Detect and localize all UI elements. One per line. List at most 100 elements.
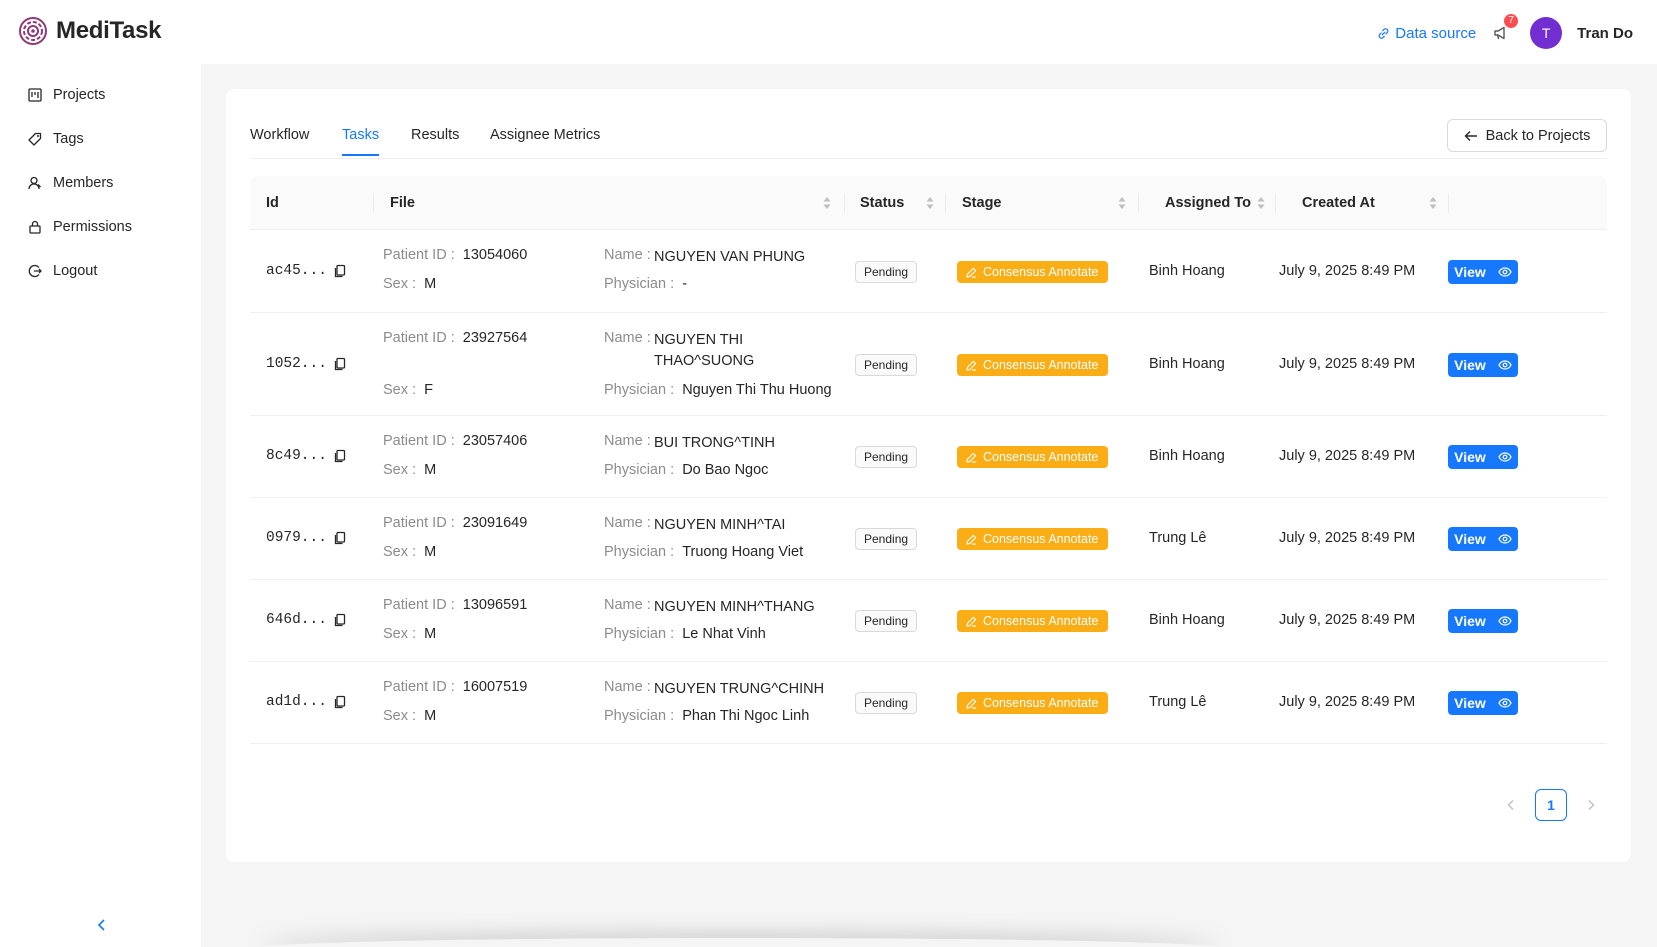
tab-assignee-metrics[interactable]: Assignee Metrics (490, 127, 600, 154)
view-button[interactable]: View (1448, 609, 1518, 633)
column-divider (1448, 193, 1449, 213)
copy-icon[interactable] (333, 613, 347, 627)
chevron-right-icon (1588, 800, 1595, 810)
link-icon (1378, 27, 1389, 39)
task-id: ac45... (266, 263, 327, 279)
patient-id-field: Patient ID : 23927564 (383, 330, 528, 346)
sort-icon[interactable] (1117, 196, 1127, 210)
sidebar-item-label: Tags (53, 131, 84, 147)
table-row: 8c49... Patient ID : 23057406 Sex : M Name … (250, 416, 1607, 498)
view-button[interactable]: View (1448, 527, 1518, 551)
physician-field: Physician : Le Nhat Vinh (604, 626, 766, 642)
tab-tasks[interactable]: Tasks (342, 127, 380, 156)
view-button[interactable]: View (1448, 260, 1518, 284)
sidebar-item-tags[interactable]: Tags (28, 131, 84, 147)
physician-value: Le Nhat Vinh (682, 626, 766, 642)
sex-field: Sex : M (383, 544, 437, 560)
copy-icon[interactable] (333, 264, 347, 278)
sort-icon[interactable] (925, 196, 935, 210)
stage-label: Consensus Annotate (983, 358, 1099, 372)
patient-id-label: Patient ID (383, 597, 447, 613)
column-header-assigned-to[interactable]: Assigned To (1165, 176, 1251, 230)
view-button[interactable]: View (1448, 353, 1518, 377)
patient-name-value: NGUYEN MINH^TAI (654, 517, 786, 533)
stage-tag: Consensus Annotate (957, 610, 1108, 632)
sidebar-item-permissions[interactable]: Permissions (28, 219, 132, 235)
lock-icon (29, 220, 41, 234)
stage-label: Consensus Annotate (983, 532, 1099, 546)
view-button[interactable]: View (1448, 691, 1518, 715)
sex-value: M (424, 626, 437, 642)
sidebar-collapse-button[interactable] (92, 915, 112, 935)
column-header-created-at[interactable]: Created At (1302, 176, 1375, 230)
created-at: July 9, 2025 8:49 PM (1279, 263, 1416, 279)
physician-label: Physician (604, 544, 667, 560)
app-logo[interactable]: MediTask (18, 16, 162, 46)
view-button[interactable]: View (1448, 445, 1518, 469)
tab-results[interactable]: Results (411, 127, 459, 154)
data-source-link[interactable]: Data source (1377, 25, 1476, 42)
sex-value: M (424, 544, 437, 560)
name-label: Name (604, 515, 643, 531)
assigned-to: Binh Hoang (1149, 612, 1225, 628)
patient-id-label: Patient ID (383, 679, 447, 695)
tag-icon (28, 132, 42, 146)
sex-label: Sex (383, 462, 408, 478)
column-divider (844, 193, 845, 213)
sex-label: Sex (383, 544, 408, 560)
view-label: View (1454, 695, 1486, 711)
sidebar-item-members[interactable]: Members (28, 175, 113, 191)
avatar[interactable]: T (1530, 17, 1563, 49)
copy-icon[interactable] (333, 531, 347, 545)
task-id: 8c49... (266, 448, 327, 464)
sidebar: Projects Tags Members Permissions Logout (0, 64, 201, 947)
stage-label: Consensus Annotate (983, 614, 1099, 628)
assigned-to: Trung Lê (1149, 530, 1207, 546)
patient-id-value: 23091649 (462, 515, 528, 531)
back-to-projects-button[interactable]: Back to Projects (1447, 119, 1607, 152)
pencil-icon (966, 698, 983, 709)
physician-label: Physician (604, 462, 667, 478)
physician-label: Physician (604, 382, 667, 398)
sex-value: F (424, 382, 433, 398)
column-header-status[interactable]: Status (860, 176, 904, 230)
data-source-label: Data source (1395, 24, 1477, 42)
sort-icon[interactable] (1428, 196, 1438, 210)
sidebar-item-label: Projects (53, 87, 106, 103)
patient-id-value: 23057406 (462, 433, 528, 449)
sort-icon[interactable] (1256, 196, 1266, 210)
name-label: Name (604, 330, 643, 346)
table-row: 1052... Patient ID : 23927564 Sex : F Name … (250, 313, 1607, 416)
patient-id-field: Patient ID : 23091649 (383, 515, 528, 531)
view-label: View (1454, 613, 1486, 629)
tab-workflow[interactable]: Workflow (250, 127, 309, 154)
sort-icon[interactable] (822, 196, 832, 210)
created-at: July 9, 2025 8:49 PM (1279, 448, 1416, 464)
sex-field: Sex : M (383, 462, 437, 478)
column-header-file[interactable]: File (390, 176, 415, 230)
name-field: Name : (604, 247, 659, 263)
tasks-card: Workflow Tasks Results Assignee Metrics … (226, 89, 1631, 862)
patient-id-value: 23927564 (462, 330, 528, 346)
next-page-button[interactable] (1575, 789, 1607, 821)
prev-page-button[interactable] (1495, 789, 1527, 821)
sidebar-item-projects[interactable]: Projects (28, 87, 105, 103)
column-header-stage[interactable]: Stage (962, 176, 1002, 230)
sidebar-item-logout[interactable]: Logout (28, 263, 97, 279)
name-field: Name : (604, 330, 659, 346)
notification-button[interactable]: 7 (1490, 14, 1519, 44)
page-number-button[interactable]: 1 (1535, 789, 1567, 821)
status-badge: Pending (855, 528, 918, 550)
copy-icon[interactable] (333, 695, 347, 709)
column-divider (945, 193, 946, 213)
sex-label: Sex (383, 382, 408, 398)
stage-tag: Consensus Annotate (957, 528, 1108, 550)
assigned-to: Binh Hoang (1149, 448, 1225, 464)
copy-icon[interactable] (333, 357, 347, 371)
sex-label: Sex (383, 708, 408, 724)
user-name[interactable]: Tran Do (1577, 25, 1633, 42)
copy-icon[interactable] (333, 449, 347, 463)
chevron-left-icon (1507, 800, 1514, 810)
task-id: 0979... (266, 530, 327, 546)
sidebar-item-label: Permissions (53, 219, 132, 235)
